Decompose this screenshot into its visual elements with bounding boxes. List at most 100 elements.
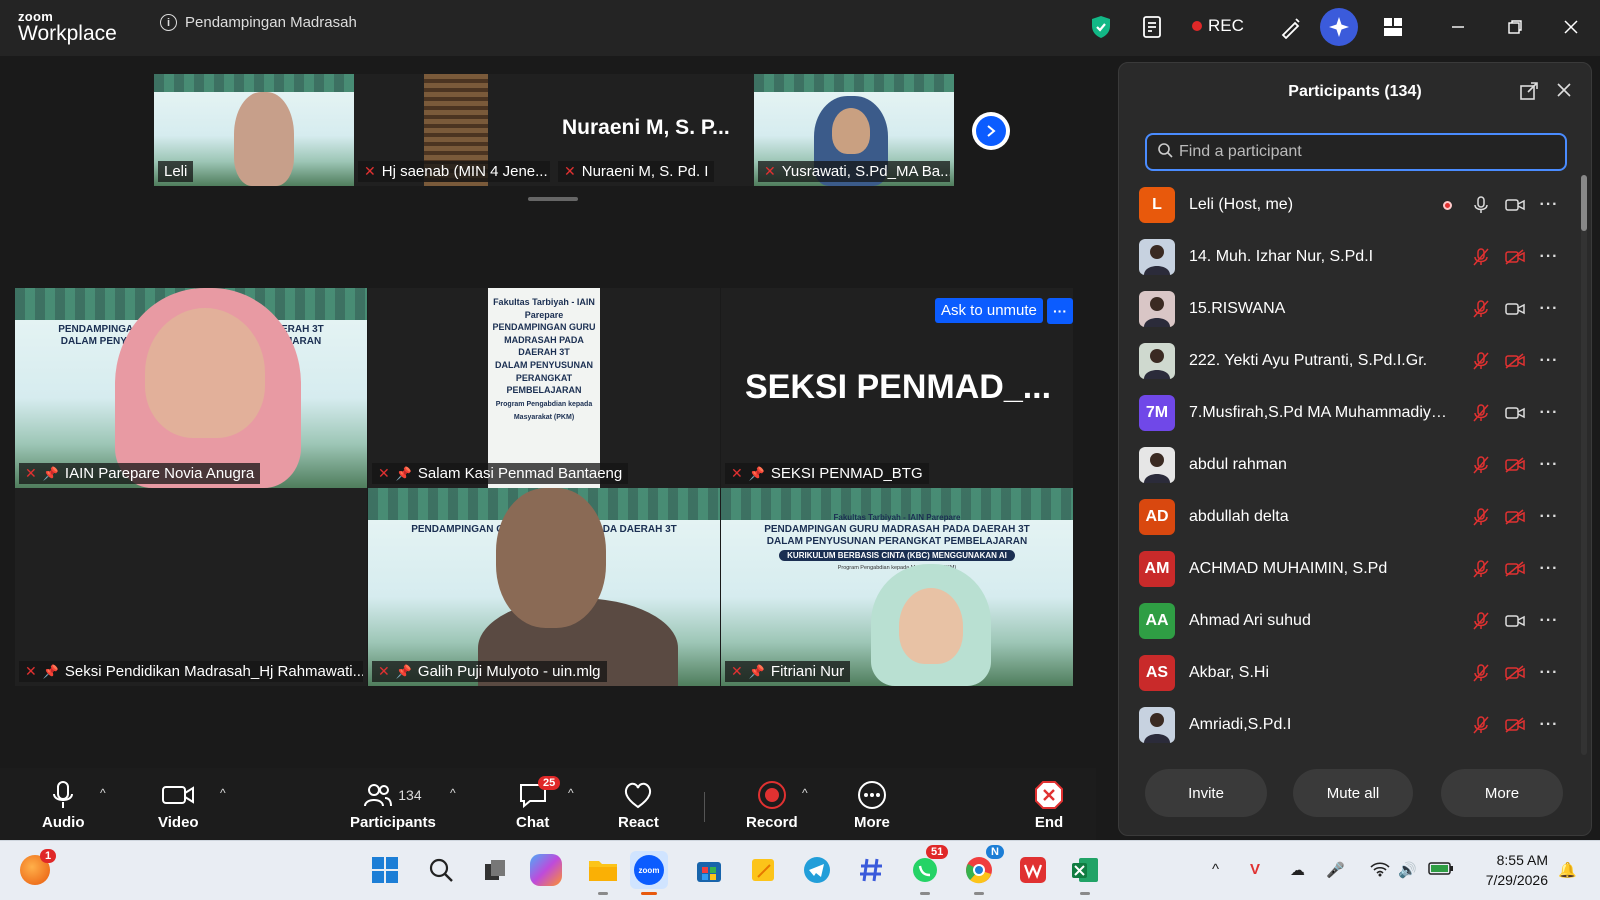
participants-options-chevron-icon[interactable]: ^: [450, 786, 456, 800]
thumbnail-hj-saenab[interactable]: ✕ Hj saenab (MIN 4 Jene...: [354, 74, 554, 186]
more-options-icon[interactable]: ···: [1539, 403, 1559, 423]
next-page-button[interactable]: [972, 112, 1010, 150]
shield-icon[interactable]: [1086, 12, 1116, 42]
thumbnail-leli[interactable]: Leli: [154, 74, 354, 186]
restore-icon[interactable]: [1500, 12, 1530, 42]
camera-off-icon[interactable]: [1505, 455, 1525, 475]
camera-off-icon[interactable]: [1505, 507, 1525, 527]
more-options-icon[interactable]: ···: [1539, 351, 1559, 371]
microphone-muted-icon[interactable]: [1471, 507, 1491, 527]
participant-row[interactable]: 14. Muh. Izhar Nur, S.Pd.I ···: [1139, 231, 1559, 283]
audio-options-chevron-icon[interactable]: ^: [100, 786, 106, 800]
participant-row[interactable]: L Leli (Host, me) ···: [1139, 179, 1559, 231]
chat-options-chevron-icon[interactable]: ^: [568, 786, 574, 800]
camera-off-icon[interactable]: [1505, 351, 1525, 371]
system-clock[interactable]: 8:55 AM 7/29/2026: [1486, 851, 1548, 890]
close-panel-icon[interactable]: [1555, 81, 1573, 104]
more-options-icon[interactable]: ···: [1539, 559, 1559, 579]
microphone-muted-icon[interactable]: [1471, 247, 1491, 267]
microphone-muted-icon[interactable]: [1471, 351, 1491, 371]
meeting-info-button[interactable]: i Pendampingan Madrasah: [160, 14, 357, 31]
camera-icon[interactable]: [1505, 611, 1525, 631]
tile-salam-kasi[interactable]: Fakultas Tarbiyah - IAIN Parepare PENDAM…: [368, 288, 720, 488]
more-options-icon[interactable]: ···: [1539, 611, 1559, 631]
camera-off-icon[interactable]: [1505, 663, 1525, 683]
participant-list-scrollbar[interactable]: [1581, 175, 1587, 755]
more-options-icon[interactable]: ···: [1539, 455, 1559, 475]
task-view-icon[interactable]: [476, 851, 514, 889]
tile-seksi-pendidikan[interactable]: ✕ 📌 Seksi Pendidikan Madrasah_Hj Rahmawati…: [15, 488, 367, 686]
microphone-muted-icon[interactable]: [1471, 559, 1491, 579]
hashtag-app-icon[interactable]: [852, 851, 890, 889]
thumbnail-yusrawati[interactable]: ✕ Yusrawati, S.Pd_MA Ba...: [754, 74, 954, 186]
mute-all-button[interactable]: Mute all: [1293, 769, 1413, 817]
ai-companion-icon[interactable]: [1320, 8, 1358, 46]
strip-resize-handle[interactable]: [528, 197, 578, 201]
scrollbar-thumb[interactable]: [1581, 175, 1587, 231]
participant-row[interactable]: abdul rahman ···: [1139, 439, 1559, 491]
microphone-muted-icon[interactable]: [1471, 455, 1491, 475]
search-taskbar-icon[interactable]: [422, 851, 460, 889]
more-button[interactable]: More: [854, 780, 890, 831]
popout-icon[interactable]: [1519, 81, 1539, 106]
antivirus-tray-icon[interactable]: V: [1250, 861, 1260, 878]
notification-bell-icon[interactable]: 🔔: [1558, 861, 1577, 879]
video-button[interactable]: Video: [158, 780, 199, 831]
participant-row[interactable]: 7M 7.Musfirah,S.Pd MA Muhammadiya... ···: [1139, 387, 1559, 439]
record-button[interactable]: Record: [746, 780, 798, 831]
thumbnail-nuraeni[interactable]: Nuraeni M, S. P... ✕ Nuraeni M, S. Pd. I: [554, 74, 754, 186]
wifi-icon[interactable]: [1370, 861, 1390, 881]
microphone-muted-icon[interactable]: [1471, 403, 1491, 423]
camera-off-icon[interactable]: [1505, 715, 1525, 735]
excel-icon[interactable]: [1066, 851, 1104, 895]
tile-seksi-penmad[interactable]: Ask to unmute ··· SEKSI PENMAD_... ✕ 📌 SEK…: [721, 288, 1073, 488]
camera-icon[interactable]: [1505, 195, 1525, 215]
search-input[interactable]: [1179, 143, 1559, 161]
more-options-icon[interactable]: ···: [1539, 507, 1559, 527]
show-hidden-icons-chevron-icon[interactable]: ^: [1212, 861, 1219, 878]
participant-row[interactable]: Amriadi,S.Pd.I ···: [1139, 699, 1559, 751]
camera-icon[interactable]: [1505, 299, 1525, 319]
panel-more-button[interactable]: More: [1441, 769, 1563, 817]
cloud-off-tray-icon[interactable]: ☁: [1290, 861, 1305, 879]
camera-icon[interactable]: [1505, 403, 1525, 423]
participant-search[interactable]: [1145, 133, 1567, 171]
tile-novia[interactable]: PENDAMPINGAN GURU MADRASAH PADA DAERAH 3…: [15, 288, 367, 488]
tile-more-button[interactable]: ···: [1047, 298, 1073, 324]
participant-row[interactable]: AA Ahmad Ari suhud ···: [1139, 595, 1559, 647]
telegram-icon[interactable]: [798, 851, 836, 889]
more-options-icon[interactable]: ···: [1539, 247, 1559, 267]
participant-row[interactable]: AM ACHMAD MUHAIMIN, S.Pd ···: [1139, 543, 1559, 595]
microsoft-store-icon[interactable]: [690, 851, 728, 889]
ask-to-unmute-button[interactable]: Ask to unmute: [935, 298, 1043, 323]
participant-row[interactable]: AD abdullah delta ···: [1139, 491, 1559, 543]
copilot-icon[interactable]: [530, 854, 562, 886]
video-options-chevron-icon[interactable]: ^: [220, 786, 226, 800]
invite-button[interactable]: Invite: [1145, 769, 1267, 817]
notes-icon[interactable]: [1137, 12, 1167, 42]
sticky-notes-icon[interactable]: [744, 851, 782, 889]
wps-office-icon[interactable]: [1014, 851, 1052, 889]
start-icon[interactable]: [366, 851, 404, 889]
participant-row[interactable]: AS Akbar, S.Hi ···: [1139, 647, 1559, 699]
microphone-muted-icon[interactable]: [1471, 611, 1491, 631]
annotate-icon[interactable]: [1276, 12, 1306, 42]
mic-in-use-tray-icon[interactable]: 🎤: [1326, 861, 1345, 879]
participant-row[interactable]: 15.RISWANA ···: [1139, 283, 1559, 335]
minimize-icon[interactable]: [1443, 12, 1473, 42]
microphone-muted-icon[interactable]: [1471, 663, 1491, 683]
more-options-icon[interactable]: ···: [1539, 715, 1559, 735]
microphone-muted-icon[interactable]: [1471, 715, 1491, 735]
close-window-icon[interactable]: [1556, 12, 1586, 42]
more-options-icon[interactable]: ···: [1539, 299, 1559, 319]
record-options-chevron-icon[interactable]: ^: [802, 786, 808, 800]
zoom-taskbar-icon[interactable]: zoom: [630, 851, 668, 895]
apps-grid-icon[interactable]: [1378, 12, 1408, 42]
camera-off-icon[interactable]: [1505, 559, 1525, 579]
battery-icon[interactable]: [1428, 861, 1454, 879]
tile-fitriani[interactable]: Fakultas Tarbiyah - IAIN Parepare PENDAM…: [721, 488, 1073, 686]
recording-indicator[interactable]: REC: [1192, 16, 1244, 36]
more-options-icon[interactable]: ···: [1539, 195, 1559, 215]
camera-off-icon[interactable]: [1505, 247, 1525, 267]
more-options-icon[interactable]: ···: [1539, 663, 1559, 683]
